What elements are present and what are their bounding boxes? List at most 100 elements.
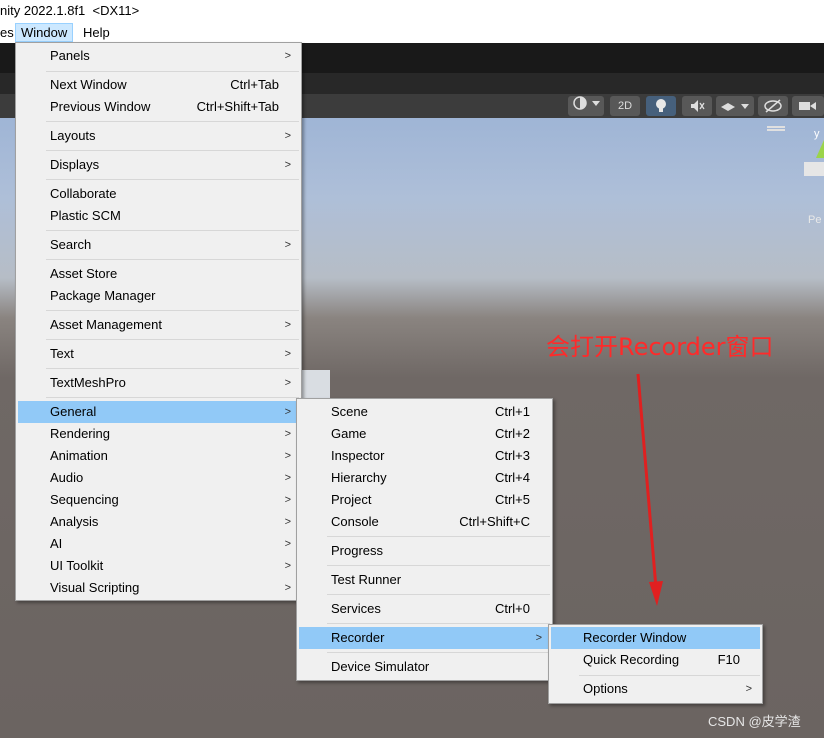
chevron-right-icon: > — [284, 239, 291, 251]
menu-separator — [46, 71, 299, 72]
watermark: CSDN @皮学渣 — [708, 714, 801, 729]
menu-separator — [46, 310, 299, 311]
gizmo-y-label: y — [814, 128, 820, 140]
annotation-text: 会打开Recorder窗口 — [546, 333, 774, 361]
menu-separator — [327, 652, 550, 653]
chevron-right-icon: > — [284, 516, 291, 528]
menu-separator — [327, 623, 550, 624]
menu-separator — [46, 121, 299, 122]
audio-toggle-button[interactable] — [682, 96, 712, 116]
menu-separator — [327, 536, 550, 537]
chevron-right-icon: > — [284, 450, 291, 462]
menu-item-services[interactable]: Services Ctrl+0 — [299, 598, 550, 620]
menu-item-help[interactable]: Help — [78, 23, 115, 42]
menu-separator — [46, 259, 299, 260]
shading-icon — [573, 96, 600, 110]
layers-icon — [721, 103, 749, 111]
chevron-right-icon: > — [284, 377, 291, 389]
menu-item-recorder-window[interactable]: Recorder Window — [551, 627, 760, 649]
shading-mode-button[interactable] — [568, 96, 604, 116]
projection-label: Pe — [808, 214, 822, 226]
menu-item-layouts[interactable]: Layouts > — [18, 125, 299, 147]
menu-item-audio[interactable]: Audio > — [18, 467, 299, 489]
mute-icon — [691, 100, 705, 112]
chevron-right-icon: > — [284, 319, 291, 331]
menu-item-test-runner[interactable]: Test Runner — [299, 569, 550, 591]
menu-item-text[interactable]: Text > — [18, 343, 299, 365]
menu-item-game[interactable]: Game Ctrl+2 — [299, 423, 550, 445]
chevron-right-icon: > — [535, 632, 542, 644]
orientation-gizmo[interactable]: y Pe — [790, 128, 824, 226]
lighting-toggle-button[interactable] — [646, 96, 676, 116]
menu-item-progress[interactable]: Progress — [299, 540, 550, 562]
chevron-right-icon: > — [284, 428, 291, 440]
menu-item-ai[interactable]: AI > — [18, 533, 299, 555]
chevron-right-icon: > — [284, 560, 291, 572]
gizmo-center-cube — [804, 162, 824, 176]
menu-item-package-manager[interactable]: Package Manager — [18, 285, 299, 307]
chevron-right-icon: > — [284, 130, 291, 142]
drag-handle[interactable] — [767, 126, 785, 131]
menu-item-textmeshpro[interactable]: TextMeshPro > — [18, 372, 299, 394]
2d-toggle-button[interactable]: 2D — [610, 96, 640, 116]
camera-icon — [799, 102, 816, 110]
menu-separator — [46, 179, 299, 180]
menu-item-search[interactable]: Search > — [18, 234, 299, 256]
menu-item-console[interactable]: Console Ctrl+Shift+C — [299, 511, 550, 533]
menu-separator — [579, 675, 760, 676]
scene-object — [302, 370, 330, 400]
menu-item-displays[interactable]: Displays > — [18, 154, 299, 176]
general-submenu: Scene Ctrl+1 Game Ctrl+2 Inspector Ctrl+3 H… — [296, 398, 553, 681]
menu-bar: es Window Help — [0, 23, 824, 43]
chevron-right-icon: > — [284, 159, 291, 171]
menu-item-previous-window[interactable]: Previous Window Ctrl+Shift+Tab — [18, 96, 299, 118]
chevron-right-icon: > — [284, 50, 291, 62]
menu-item-ui-toolkit[interactable]: UI Toolkit > — [18, 555, 299, 577]
menu-item-scene[interactable]: Scene Ctrl+1 — [299, 401, 550, 423]
menu-separator — [327, 594, 550, 595]
menu-separator — [46, 397, 299, 398]
menu-item-quick-recording[interactable]: Quick Recording F10 — [551, 649, 760, 671]
menu-item-hierarchy[interactable]: Hierarchy Ctrl+4 — [299, 467, 550, 489]
menu-item-inspector[interactable]: Inspector Ctrl+3 — [299, 445, 550, 467]
menu-item-recorder[interactable]: Recorder > — [299, 627, 550, 649]
camera-button[interactable] — [792, 96, 824, 116]
menu-separator — [327, 565, 550, 566]
window-menu: Panels > Next Window Ctrl+Tab Previous Win… — [15, 42, 302, 601]
menu-item-analysis[interactable]: Analysis > — [18, 511, 299, 533]
menu-item-animation[interactable]: Animation > — [18, 445, 299, 467]
effects-button[interactable] — [716, 96, 754, 116]
chevron-right-icon: > — [284, 494, 291, 506]
window-title: nity 2022.1.8f1 <DX11> — [0, 3, 140, 18]
menu-item-sequencing[interactable]: Sequencing > — [18, 489, 299, 511]
title-bar: nity 2022.1.8f1 <DX11> — [0, 0, 824, 23]
menu-item-asset-store[interactable]: Asset Store — [18, 263, 299, 285]
menu-separator — [46, 230, 299, 231]
annotation-arrow — [636, 373, 663, 606]
menu-item-window[interactable]: Window — [15, 23, 74, 42]
menu-item-collaborate[interactable]: Collaborate — [18, 183, 299, 205]
chevron-right-icon: > — [284, 348, 291, 360]
recorder-submenu: Recorder Window Quick Recording F10 Optio… — [548, 624, 763, 704]
eye-hidden-icon — [764, 99, 782, 113]
hidden-objects-button[interactable] — [758, 96, 788, 116]
menu-item-options[interactable]: Options > — [551, 678, 760, 700]
menu-item-device-simulator[interactable]: Device Simulator — [299, 656, 550, 678]
chevron-right-icon: > — [284, 582, 291, 594]
menu-item-plastic-scm[interactable]: Plastic SCM — [18, 205, 299, 227]
menu-item-rendering[interactable]: Rendering > — [18, 423, 299, 445]
menu-item-asset-management[interactable]: Asset Management > — [18, 314, 299, 336]
menu-separator — [46, 368, 299, 369]
light-bulb-icon — [656, 99, 666, 112]
menu-item-project[interactable]: Project Ctrl+5 — [299, 489, 550, 511]
menu-item-visual-scripting[interactable]: Visual Scripting > — [18, 577, 299, 599]
chevron-right-icon: > — [284, 472, 291, 484]
menu-item-next-window[interactable]: Next Window Ctrl+Tab — [18, 74, 299, 96]
menu-separator — [46, 339, 299, 340]
menu-item-panels[interactable]: Panels > — [18, 45, 299, 67]
chevron-right-icon: > — [745, 683, 752, 695]
chevron-right-icon: > — [284, 538, 291, 550]
menu-item-general[interactable]: General > — [18, 401, 299, 423]
menu-separator — [46, 150, 299, 151]
chevron-right-icon: > — [284, 406, 291, 418]
